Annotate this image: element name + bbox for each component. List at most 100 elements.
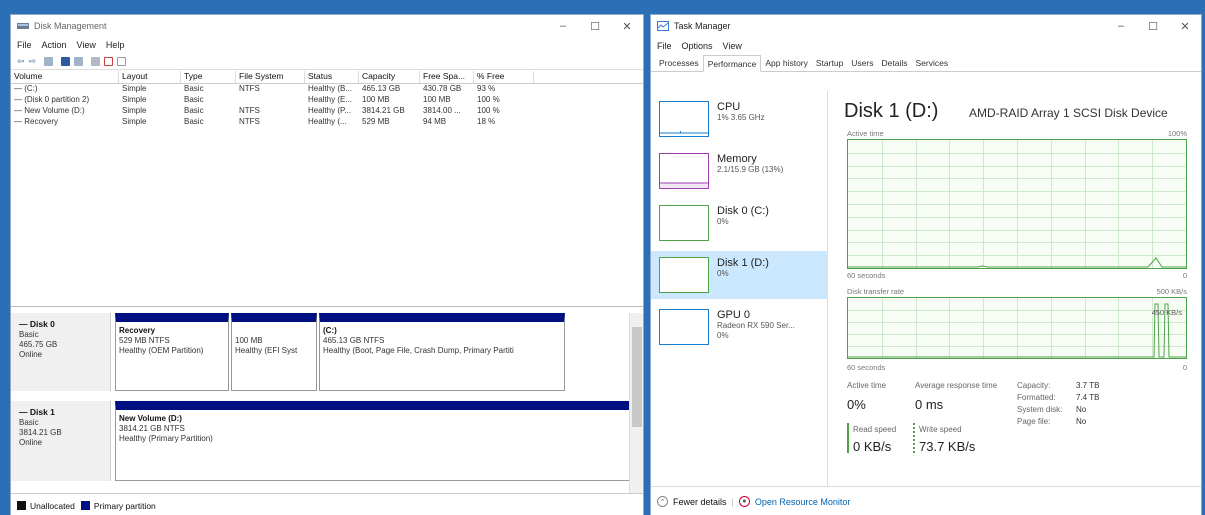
console-icon[interactable] <box>74 56 84 66</box>
volume-cell: NTFS <box>239 117 260 126</box>
back-icon[interactable]: ⇦ <box>17 56 25 67</box>
sidebar-disk-1-usage: 0% <box>717 269 729 278</box>
volume-cell: 94 MB <box>423 117 447 126</box>
volume-row[interactable]: — (Disk 0 partition 2) Simple Basic Healthy… <box>11 95 643 106</box>
prop-system-disk-value: No <box>1076 405 1087 414</box>
partition-size: 465.13 GB NTFS <box>323 336 385 345</box>
tm-menubar: File Options View <box>651 37 1201 55</box>
partition-efi[interactable]: 100 MB Healthy (EFI Syst <box>231 313 317 391</box>
tab-details[interactable]: Details <box>878 55 912 71</box>
col-percent-free[interactable]: % Free <box>474 71 534 83</box>
col-free-space[interactable]: Free Spa... <box>420 71 474 83</box>
disk-1-name: — Disk 1 <box>19 407 55 417</box>
close-button[interactable]: ✕ <box>1169 20 1201 33</box>
tm-titlebar: Task Manager – ☐ ✕ <box>651 15 1201 37</box>
menu-view[interactable]: View <box>77 40 96 50</box>
volume-row[interactable]: — Recovery Simple Basic NTFS Healthy (... 529… <box>11 117 643 128</box>
minimize-button[interactable]: – <box>547 20 579 32</box>
partition-d[interactable]: New Volume (D:) 3814.21 GB NTFS Healthy … <box>115 401 631 481</box>
maximize-button[interactable]: ☐ <box>1137 20 1169 33</box>
legend-primary: Primary partition <box>93 500 156 511</box>
fewer-details-link[interactable]: Fewer details <box>673 497 727 507</box>
disk-management-app-icon <box>17 23 29 29</box>
disk-0-row[interactable]: — Disk 0 Basic 465.75 GB Online Recovery… <box>11 313 641 391</box>
prop-capacity-value: 3.7 TB <box>1076 381 1100 390</box>
unallocated-swatch <box>17 501 26 510</box>
volume-row[interactable]: — (C:) Simple Basic NTFS Healthy (B... 465.13… <box>11 84 643 95</box>
disk-0-thumbnail <box>659 205 709 241</box>
properties-icon[interactable] <box>117 56 127 66</box>
maximize-button[interactable]: ☐ <box>579 20 611 33</box>
sidebar-item-memory[interactable]: Memory 2.1/15.9 GB (13%) <box>651 147 828 195</box>
tab-users[interactable]: Users <box>847 55 877 71</box>
tab-performance[interactable]: Performance <box>702 55 762 72</box>
col-volume[interactable]: Volume <box>11 71 119 83</box>
sidebar-disk-1-name: Disk 1 (D:) <box>717 257 769 269</box>
sidebar-gpu-0-model: Radeon RX 590 Ser... <box>717 321 795 330</box>
col-file-system[interactable]: File System <box>236 71 305 83</box>
memory-thumbnail <box>659 153 709 189</box>
volume-cell: NTFS <box>239 84 260 93</box>
col-status[interactable]: Status <box>305 71 359 83</box>
sidebar-item-disk-0[interactable]: Disk 0 (C:) 0% <box>651 199 828 247</box>
write-speed-marker <box>913 423 915 453</box>
volume-cell: Healthy (E... <box>308 95 353 104</box>
open-resource-monitor-link[interactable]: Open Resource Monitor <box>755 497 851 507</box>
partition-status: Healthy (Boot, Page File, Crash Dump, Pr… <box>323 346 514 355</box>
volume-cell: 529 MB <box>362 117 390 126</box>
tm-window-title: Task Manager <box>674 21 731 31</box>
tab-app-history[interactable]: App history <box>761 55 812 71</box>
dm-titlebar: Disk Management – ☐ ✕ <box>11 15 643 37</box>
partition-recovery[interactable]: Recovery 529 MB NTFS Healthy (OEM Partit… <box>115 313 229 391</box>
check-icon[interactable] <box>104 56 114 66</box>
partition-c[interactable]: (C:) 465.13 GB NTFS Healthy (Boot, Page … <box>319 313 565 391</box>
volume-cell: Simple <box>122 84 147 93</box>
volume-cell: 93 % <box>477 84 496 93</box>
tab-processes[interactable]: Processes <box>655 55 703 71</box>
volume-cell: Simple <box>122 106 147 115</box>
sidebar-item-cpu[interactable]: CPU 1% 3.65 GHz <box>651 95 828 143</box>
dm-window-title: Disk Management <box>34 21 107 31</box>
show-pane-icon[interactable] <box>44 56 54 66</box>
partition-status: Healthy (OEM Partition) <box>119 346 204 355</box>
volume-cell: 430.78 GB <box>423 84 462 93</box>
sidebar-gpu-0-usage: 0% <box>717 331 729 340</box>
forward-icon[interactable]: ⇨ <box>29 56 37 67</box>
menu-options[interactable]: Options <box>682 41 713 51</box>
tab-startup[interactable]: Startup <box>812 55 847 71</box>
menu-help[interactable]: Help <box>106 40 125 50</box>
volume-cell: NTFS <box>239 106 260 115</box>
tab-services[interactable]: Services <box>911 55 952 71</box>
partition-size: 100 MB <box>235 336 263 345</box>
stat-response-value: 0 ms <box>915 397 944 412</box>
sidebar-item-gpu-0[interactable]: GPU 0 Radeon RX 590 Ser... 0% <box>651 303 828 351</box>
help-icon[interactable] <box>61 56 71 66</box>
menu-action[interactable]: Action <box>42 40 67 50</box>
chevron-up-icon[interactable]: ⌃ <box>657 496 668 507</box>
resource-monitor-icon[interactable]: ● <box>738 496 750 507</box>
disk-1-status: Online <box>19 438 43 447</box>
scroll-thumb[interactable] <box>632 327 642 427</box>
menu-file[interactable]: File <box>17 40 32 50</box>
close-button[interactable]: ✕ <box>611 20 643 33</box>
dm-toolbar: ⇦ ⇨ <box>11 53 643 70</box>
col-layout[interactable]: Layout <box>119 71 181 83</box>
dm-menubar: File Action View Help <box>11 37 643 53</box>
volume-cell: — Recovery <box>14 117 59 126</box>
col-capacity[interactable]: Capacity <box>359 71 420 83</box>
graph-scrollbar[interactable] <box>629 313 643 493</box>
disk-1-row[interactable]: — Disk 1 Basic 3814.21 GB Online New Vol… <box>11 401 641 481</box>
transfer-zero-label: 0 <box>1182 363 1187 372</box>
disk-1-thumbnail <box>659 257 709 293</box>
sidebar-item-disk-1[interactable]: Disk 1 (D:) 0% <box>651 251 828 299</box>
volume-cell: 100 MB <box>423 95 451 104</box>
minimize-button[interactable]: – <box>1105 20 1137 32</box>
col-type[interactable]: Type <box>181 71 236 83</box>
disk-0-status: Online <box>19 350 43 359</box>
menu-view[interactable]: View <box>723 41 742 51</box>
sidebar-gpu-0-name: GPU 0 <box>717 309 751 321</box>
performance-sidebar: CPU 1% 3.65 GHz Memory 2.1/15.9 GB (13%)… <box>651 91 828 486</box>
volume-row[interactable]: — New Volume (D:) Simple Basic NTFS Healthy … <box>11 106 643 117</box>
connect-icon[interactable] <box>91 56 101 66</box>
menu-file[interactable]: File <box>657 41 672 51</box>
